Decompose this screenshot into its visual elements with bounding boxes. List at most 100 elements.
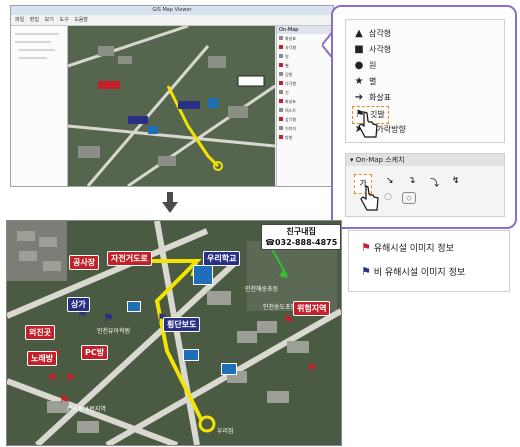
on-map-list-item[interactable]: 방향 bbox=[277, 133, 334, 142]
list-bullet-icon bbox=[279, 54, 283, 58]
harmful-flag-icon[interactable]: ⚑ bbox=[307, 361, 318, 375]
on-map-list-item[interactable]: 선 bbox=[277, 88, 334, 97]
list-bullet-icon bbox=[279, 117, 283, 121]
friend-house-phone: ☎032-888-4875 bbox=[265, 238, 338, 247]
hand-cursor-icon bbox=[358, 111, 378, 138]
list-bullet-icon bbox=[279, 72, 283, 76]
menu-item-label: 원 bbox=[369, 61, 377, 70]
on-map-list-item[interactable]: 다각형 bbox=[277, 79, 334, 88]
friend-house-label[interactable]: 친구내집 ☎032-888-4875 bbox=[261, 224, 341, 250]
label-shopping[interactable]: 상가 bbox=[67, 297, 90, 312]
on-map-list-item[interactable]: 화살표 bbox=[277, 97, 334, 106]
label-crosswalk[interactable]: 횡단보도 bbox=[163, 317, 201, 332]
line-tool-button[interactable]: ↘ bbox=[386, 176, 394, 186]
menu-item-label: 사각형 bbox=[369, 45, 392, 54]
sketch-panel-header: ▾ On-Map 스케치 bbox=[346, 154, 504, 166]
label-isolated-place[interactable]: 외진곳 bbox=[25, 325, 56, 340]
tree-lines bbox=[15, 33, 59, 59]
list-bullet-icon bbox=[279, 36, 283, 40]
harmful-flag-icon[interactable]: ⚑ bbox=[47, 371, 58, 385]
legend-label: 유해시설 이미지 정보 bbox=[373, 244, 454, 254]
small-map-graphic bbox=[68, 26, 275, 186]
safe-flag-icon[interactable]: ⚑ bbox=[103, 311, 114, 325]
camera-icon[interactable] bbox=[127, 301, 141, 312]
menu-view[interactable]: 보기 bbox=[45, 17, 54, 23]
list-bullet-icon bbox=[279, 135, 283, 139]
school-icon[interactable] bbox=[193, 265, 213, 285]
map-graphic: 인천해송초등 인천유아학원 우리집 인천송도초등 청라동 1번지역 bbox=[7, 221, 341, 445]
arrow-icon: ➔ bbox=[354, 92, 364, 103]
navy-flag-icon: ⚑ bbox=[361, 265, 371, 278]
square-icon: ■ bbox=[354, 44, 364, 55]
list-bullet-icon bbox=[279, 81, 283, 85]
menu-help[interactable]: 도움말 bbox=[74, 17, 88, 23]
menu-item-star[interactable]: ★ 별 bbox=[352, 74, 377, 90]
ellipse-tool-button[interactable]: ○ bbox=[384, 192, 392, 202]
legend: ⚑ 유해시설 이미지 정보 ⚑ 비 유해시설 이미지 정보 bbox=[348, 230, 510, 292]
map-text: 우리집 bbox=[217, 427, 234, 435]
label-bike-road[interactable]: 자전거도로 bbox=[107, 251, 152, 266]
on-map-list-item[interactable]: 깃발 bbox=[277, 70, 334, 79]
list-item-label: 텍스트 bbox=[285, 108, 297, 113]
map-text: 인천송도초등 bbox=[263, 303, 297, 311]
menu-item-circle[interactable]: ● 원 bbox=[352, 58, 377, 74]
app-window: GIS Map Viewer 파일 편집 보기 도구 도움말 On-Map 화살… bbox=[10, 5, 334, 187]
harmful-flag-icon[interactable]: ⚑ bbox=[59, 393, 70, 407]
curve-tool-button[interactable]: ⤵ bbox=[430, 176, 439, 189]
list-bullet-icon bbox=[279, 108, 283, 112]
list-item-label: 사각형 bbox=[285, 45, 297, 50]
list-item-label: 방향 bbox=[285, 135, 293, 140]
on-map-list-item[interactable]: 텍스트 bbox=[277, 106, 334, 115]
polygon-tool-button[interactable]: ◇ bbox=[402, 192, 416, 204]
label-danger-zone[interactable]: 위험지역 bbox=[293, 301, 331, 316]
list-item-label: 화살표 bbox=[285, 36, 297, 41]
camera-icon[interactable] bbox=[183, 349, 199, 361]
on-map-list-item[interactable]: 이미지 bbox=[277, 124, 334, 133]
menu-item-label: 별 bbox=[369, 77, 377, 86]
list-item-label: 깃발 bbox=[285, 72, 293, 77]
list-item-label: 화살표 bbox=[285, 99, 297, 104]
map-text: 인천해송초등 bbox=[245, 285, 279, 293]
label-karaoke[interactable]: 노래방 bbox=[27, 351, 58, 366]
menu-bar: 파일 편집 보기 도구 도움말 bbox=[11, 15, 333, 26]
hand-cursor-icon bbox=[360, 185, 379, 211]
menu-tools[interactable]: 도구 bbox=[59, 17, 68, 23]
on-map-list-item[interactable]: 별 bbox=[277, 61, 334, 70]
map-text: 인천유아학원 bbox=[97, 327, 130, 335]
legend-item-safe: ⚑ 비 유해시설 이미지 정보 bbox=[361, 265, 465, 279]
menu-item-label: 화살표 bbox=[369, 93, 392, 102]
freehand-tool-button[interactable]: ↯ bbox=[452, 176, 460, 186]
list-item-label: 다각형 bbox=[285, 81, 297, 86]
shape-menu: ▲ 삼각형 ■ 사각형 ● 원 ★ 별 ➔ 화살표 ⚑ 깃발 ➤ 손가락방향 bbox=[345, 19, 505, 143]
list-bullet-icon bbox=[279, 63, 283, 67]
down-arrow-icon bbox=[162, 192, 178, 213]
list-item-label: 선 bbox=[285, 90, 289, 95]
legend-item-harmful: ⚑ 유해시설 이미지 정보 bbox=[361, 241, 454, 255]
harmful-flag-icon[interactable]: ⚑ bbox=[283, 313, 294, 327]
list-bullet-icon bbox=[279, 45, 283, 49]
on-map-list-item[interactable]: 삼각형 bbox=[277, 115, 334, 124]
annotated-map[interactable]: 인천해송초등 인천유아학원 우리집 인천송도초등 청라동 1번지역 ⚑ ⚑ ⚑ … bbox=[6, 220, 342, 446]
menu-item-triangle[interactable]: ▲ 삼각형 bbox=[352, 26, 391, 42]
list-item-label: 이미지 bbox=[285, 126, 297, 131]
callout-zoom: ▲ 삼각형 ■ 사각형 ● 원 ★ 별 ➔ 화살표 ⚑ 깃발 ➤ 손가락방향 ▾ On-Map… bbox=[331, 5, 517, 229]
menu-item-arrow[interactable]: ➔ 화살표 bbox=[352, 90, 391, 106]
left-panel bbox=[11, 26, 68, 186]
camera-icon[interactable] bbox=[221, 363, 237, 375]
menu-item-square[interactable]: ■ 사각형 bbox=[352, 42, 391, 58]
list-bullet-icon bbox=[279, 99, 283, 103]
menu-file[interactable]: 파일 bbox=[15, 17, 24, 23]
menu-edit[interactable]: 편집 bbox=[30, 17, 39, 23]
list-bullet-icon bbox=[279, 90, 283, 94]
triangle-icon: ▲ bbox=[355, 28, 363, 39]
friend-house-name: 친구내집 bbox=[286, 227, 316, 236]
polyline-tool-button[interactable]: ↴ bbox=[408, 176, 416, 186]
list-item-label: 별 bbox=[285, 63, 289, 68]
label-construction-site[interactable]: 공사장 bbox=[69, 255, 100, 270]
harmful-flag-icon[interactable]: ⚑ bbox=[65, 371, 76, 385]
label-pc-bang[interactable]: PC방 bbox=[81, 345, 109, 360]
small-map-view[interactable] bbox=[68, 26, 275, 186]
sketch-panel-title: On-Map 스케치 bbox=[355, 156, 405, 164]
list-item-label: 삼각형 bbox=[285, 117, 297, 122]
label-our-school[interactable]: 우리학교 bbox=[203, 251, 241, 266]
